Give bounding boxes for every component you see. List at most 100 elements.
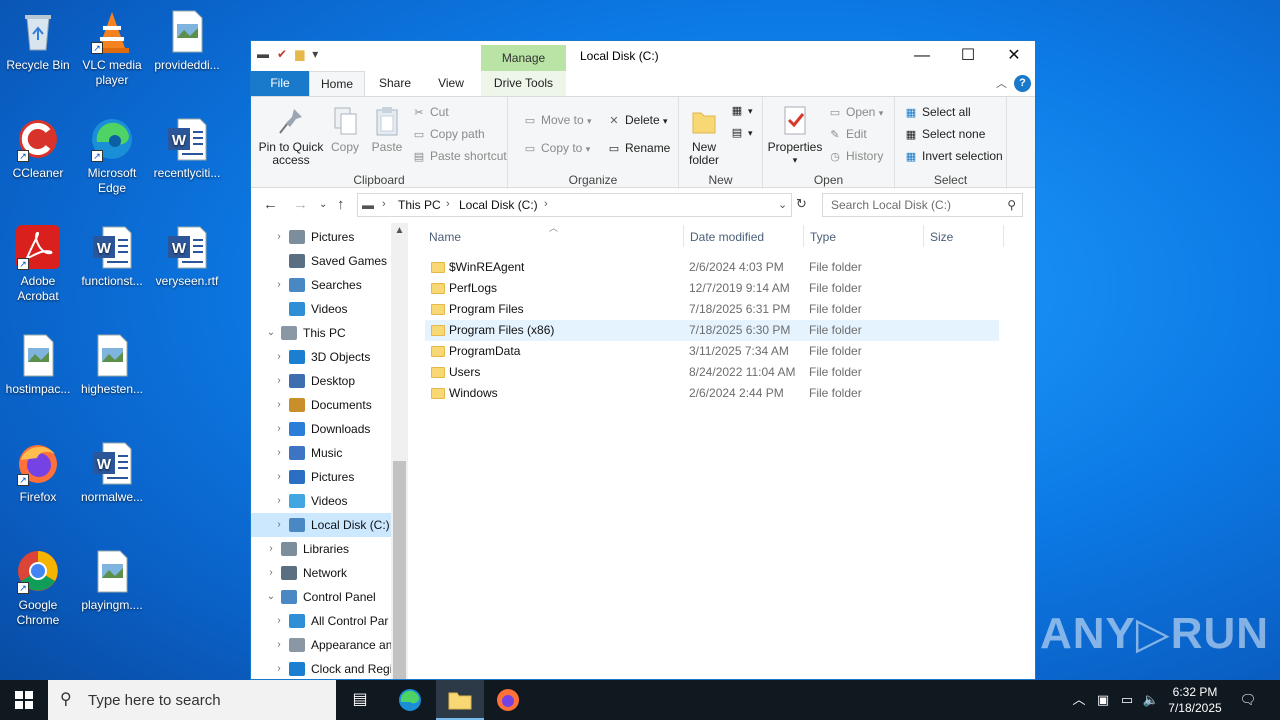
expanded-chevron-icon[interactable]: ⌄ <box>265 321 277 345</box>
nav-item-3d-objects[interactable]: › 3D Objects <box>251 345 391 369</box>
taskbar-edge[interactable] <box>386 680 434 720</box>
properties-qat-icon[interactable]: ✔ <box>277 47 287 61</box>
properties-button[interactable]: Properties ▾ <box>767 105 823 167</box>
forward-button[interactable]: → <box>293 196 308 213</box>
up-button[interactable]: ↑ <box>337 196 345 213</box>
notifications-icon[interactable]: 🗨 <box>1236 680 1260 720</box>
expand-chevron-icon[interactable]: › <box>273 273 285 297</box>
desktop-icon-edge[interactable]: ↗ Microsoft Edge <box>74 116 150 196</box>
nav-item-pictures[interactable]: › Pictures <box>251 465 391 489</box>
copy-to-button[interactable]: ▭ Copy to ▾ <box>522 139 590 157</box>
tab-file[interactable]: File <box>251 71 309 96</box>
breadcrumb-this-pc[interactable]: This PC <box>398 198 441 212</box>
scroll-up-icon[interactable]: ▲ <box>391 225 408 236</box>
nav-item-videos[interactable]: › Videos <box>251 489 391 513</box>
back-button[interactable]: ← <box>263 196 278 213</box>
file-row[interactable]: ProgramData 3/11/2025 7:34 AM File folder <box>425 341 999 362</box>
select-none-button[interactable]: ▦ Select none <box>903 125 986 143</box>
open-button[interactable]: ▭ Open ▾ <box>827 103 883 121</box>
volume-icon[interactable]: 🔈 <box>1140 680 1162 720</box>
paste-shortcut-button[interactable]: ▤ Paste shortcut <box>411 147 507 165</box>
desktop-icon-functionst[interactable]: W functionst... <box>74 224 150 289</box>
taskbar-search-input[interactable]: ⚲ Type here to search <box>48 680 336 720</box>
expand-chevron-icon[interactable]: › <box>273 609 285 633</box>
copy-path-button[interactable]: ▭ Copy path <box>411 125 485 143</box>
column-date-modified[interactable]: Date modified <box>690 230 764 244</box>
tab-drive-tools[interactable]: Drive Tools <box>481 71 566 96</box>
nav-item-network[interactable]: › Network <box>251 561 391 585</box>
title-bar[interactable]: ▬ ✔ ▆ ▾ Manage Local Disk (C:) — ☐ ✕ <box>251 41 1035 71</box>
new-folder-qat-icon[interactable]: ▆ <box>295 47 304 61</box>
file-row[interactable]: $WinREAgent 2/6/2024 4:03 PM File folder <box>425 257 999 278</box>
paste-button[interactable]: Paste <box>367 105 407 154</box>
nav-item-desktop[interactable]: › Desktop <box>251 369 391 393</box>
delete-button[interactable]: ✕ Delete ▾ <box>606 111 667 129</box>
file-row[interactable]: Windows 2/6/2024 2:44 PM File folder <box>425 383 999 404</box>
scrollbar-thumb[interactable] <box>393 461 406 679</box>
maximize-button[interactable]: ☐ <box>945 41 991 71</box>
expand-chevron-icon[interactable]: › <box>273 489 285 513</box>
show-hidden-icons[interactable]: ︿ <box>1068 680 1090 720</box>
easy-access-button[interactable]: ▤ ▾ <box>729 123 753 141</box>
rename-button[interactable]: ▭ Rename <box>606 139 671 157</box>
desktop-icon-recycle-bin[interactable]: Recycle Bin <box>0 8 76 73</box>
file-row[interactable]: PerfLogs 12/7/2019 9:14 AM File folder <box>425 278 999 299</box>
tab-share[interactable]: Share <box>365 71 425 96</box>
desktop-icon-chrome[interactable]: ↗ Google Chrome <box>0 548 76 628</box>
nav-item-saved-games[interactable]: Saved Games <box>251 249 391 273</box>
nav-item-control-panel[interactable]: ⌄ Control Panel <box>251 585 391 609</box>
expand-chevron-icon[interactable]: › <box>273 417 285 441</box>
desktop-icon-ccleaner[interactable]: ↗ CCleaner <box>0 116 76 181</box>
new-folder-button[interactable]: New folder <box>683 105 725 167</box>
minimize-button[interactable]: — <box>899 41 945 71</box>
nav-item-videos[interactable]: Videos <box>251 297 391 321</box>
nav-item-searches[interactable]: › Searches <box>251 273 391 297</box>
desktop-icon-normalwe[interactable]: W normalwe... <box>74 440 150 505</box>
desktop-icon-recentlyciti[interactable]: W recentlyciti... <box>149 116 225 181</box>
breadcrumb-separator[interactable]: › <box>382 198 386 210</box>
close-button[interactable]: ✕ <box>991 41 1037 71</box>
desktop-icon-highesten[interactable]: highesten... <box>74 332 150 397</box>
new-item-button[interactable]: ▦ ▾ <box>729 101 753 119</box>
refresh-button[interactable]: ↻ <box>791 193 811 217</box>
desktop-icon-acrobat[interactable]: ↗ Adobe Acrobat <box>0 224 76 304</box>
desktop-icon-veryseen[interactable]: W veryseen.rtf <box>149 224 225 289</box>
column-divider[interactable] <box>923 225 924 247</box>
column-name[interactable]: Name <box>429 230 461 244</box>
column-divider[interactable] <box>683 225 684 247</box>
column-divider[interactable] <box>1003 225 1004 247</box>
expand-chevron-icon[interactable]: › <box>265 561 277 585</box>
column-type[interactable]: Type <box>810 230 836 244</box>
start-button[interactable] <box>0 680 48 720</box>
expand-chevron-icon[interactable]: › <box>273 465 285 489</box>
task-view-button[interactable]: ▤ <box>336 680 384 720</box>
edit-button[interactable]: ✎ Edit <box>827 125 866 143</box>
expand-chevron-icon[interactable]: › <box>273 657 285 679</box>
breadcrumb-separator[interactable]: › <box>446 198 450 210</box>
desktop-icon-hostimpac[interactable]: hostimpac... <box>0 332 76 397</box>
expand-chevron-icon[interactable]: › <box>273 441 285 465</box>
breadcrumb-separator[interactable]: › <box>544 198 548 210</box>
recent-locations-button[interactable]: ⌄ <box>319 199 327 210</box>
pin-to-quick-access-button[interactable]: Pin to Quick access <box>257 105 325 167</box>
taskbar-clock[interactable]: 6:32 PM 7/18/2025 <box>1160 684 1230 716</box>
tab-home[interactable]: Home <box>309 71 365 96</box>
desktop-icon-firefox[interactable]: ↗ Firefox <box>0 440 76 505</box>
network-icon[interactable]: ▭ <box>1116 680 1138 720</box>
copy-button[interactable]: Copy <box>327 105 363 154</box>
customize-qat-icon[interactable]: ▾ <box>312 47 318 61</box>
collapse-ribbon-icon[interactable]: ︿ <box>996 75 1007 91</box>
nav-item-this-pc[interactable]: ⌄ This PC <box>251 321 391 345</box>
expand-chevron-icon[interactable]: › <box>273 345 285 369</box>
nav-item-documents[interactable]: › Documents <box>251 393 391 417</box>
file-row[interactable]: Program Files 7/18/2025 6:31 PM File folde… <box>425 299 999 320</box>
column-divider[interactable] <box>803 225 804 247</box>
desktop-icon-playingm[interactable]: playingm.... <box>74 548 150 613</box>
file-row[interactable]: Users 8/24/2022 11:04 AM File folder <box>425 362 999 383</box>
column-size[interactable]: Size <box>930 230 953 244</box>
nav-item-libraries[interactable]: › Libraries <box>251 537 391 561</box>
expand-chevron-icon[interactable]: › <box>265 537 277 561</box>
desktop-icon-vlc[interactable]: ↗ VLC media player <box>74 8 150 88</box>
address-bar[interactable]: ▬ › This PC › Local Disk (C:) › ⌄ <box>357 193 811 217</box>
nav-item-appearance-an[interactable]: › Appearance an <box>251 633 392 657</box>
